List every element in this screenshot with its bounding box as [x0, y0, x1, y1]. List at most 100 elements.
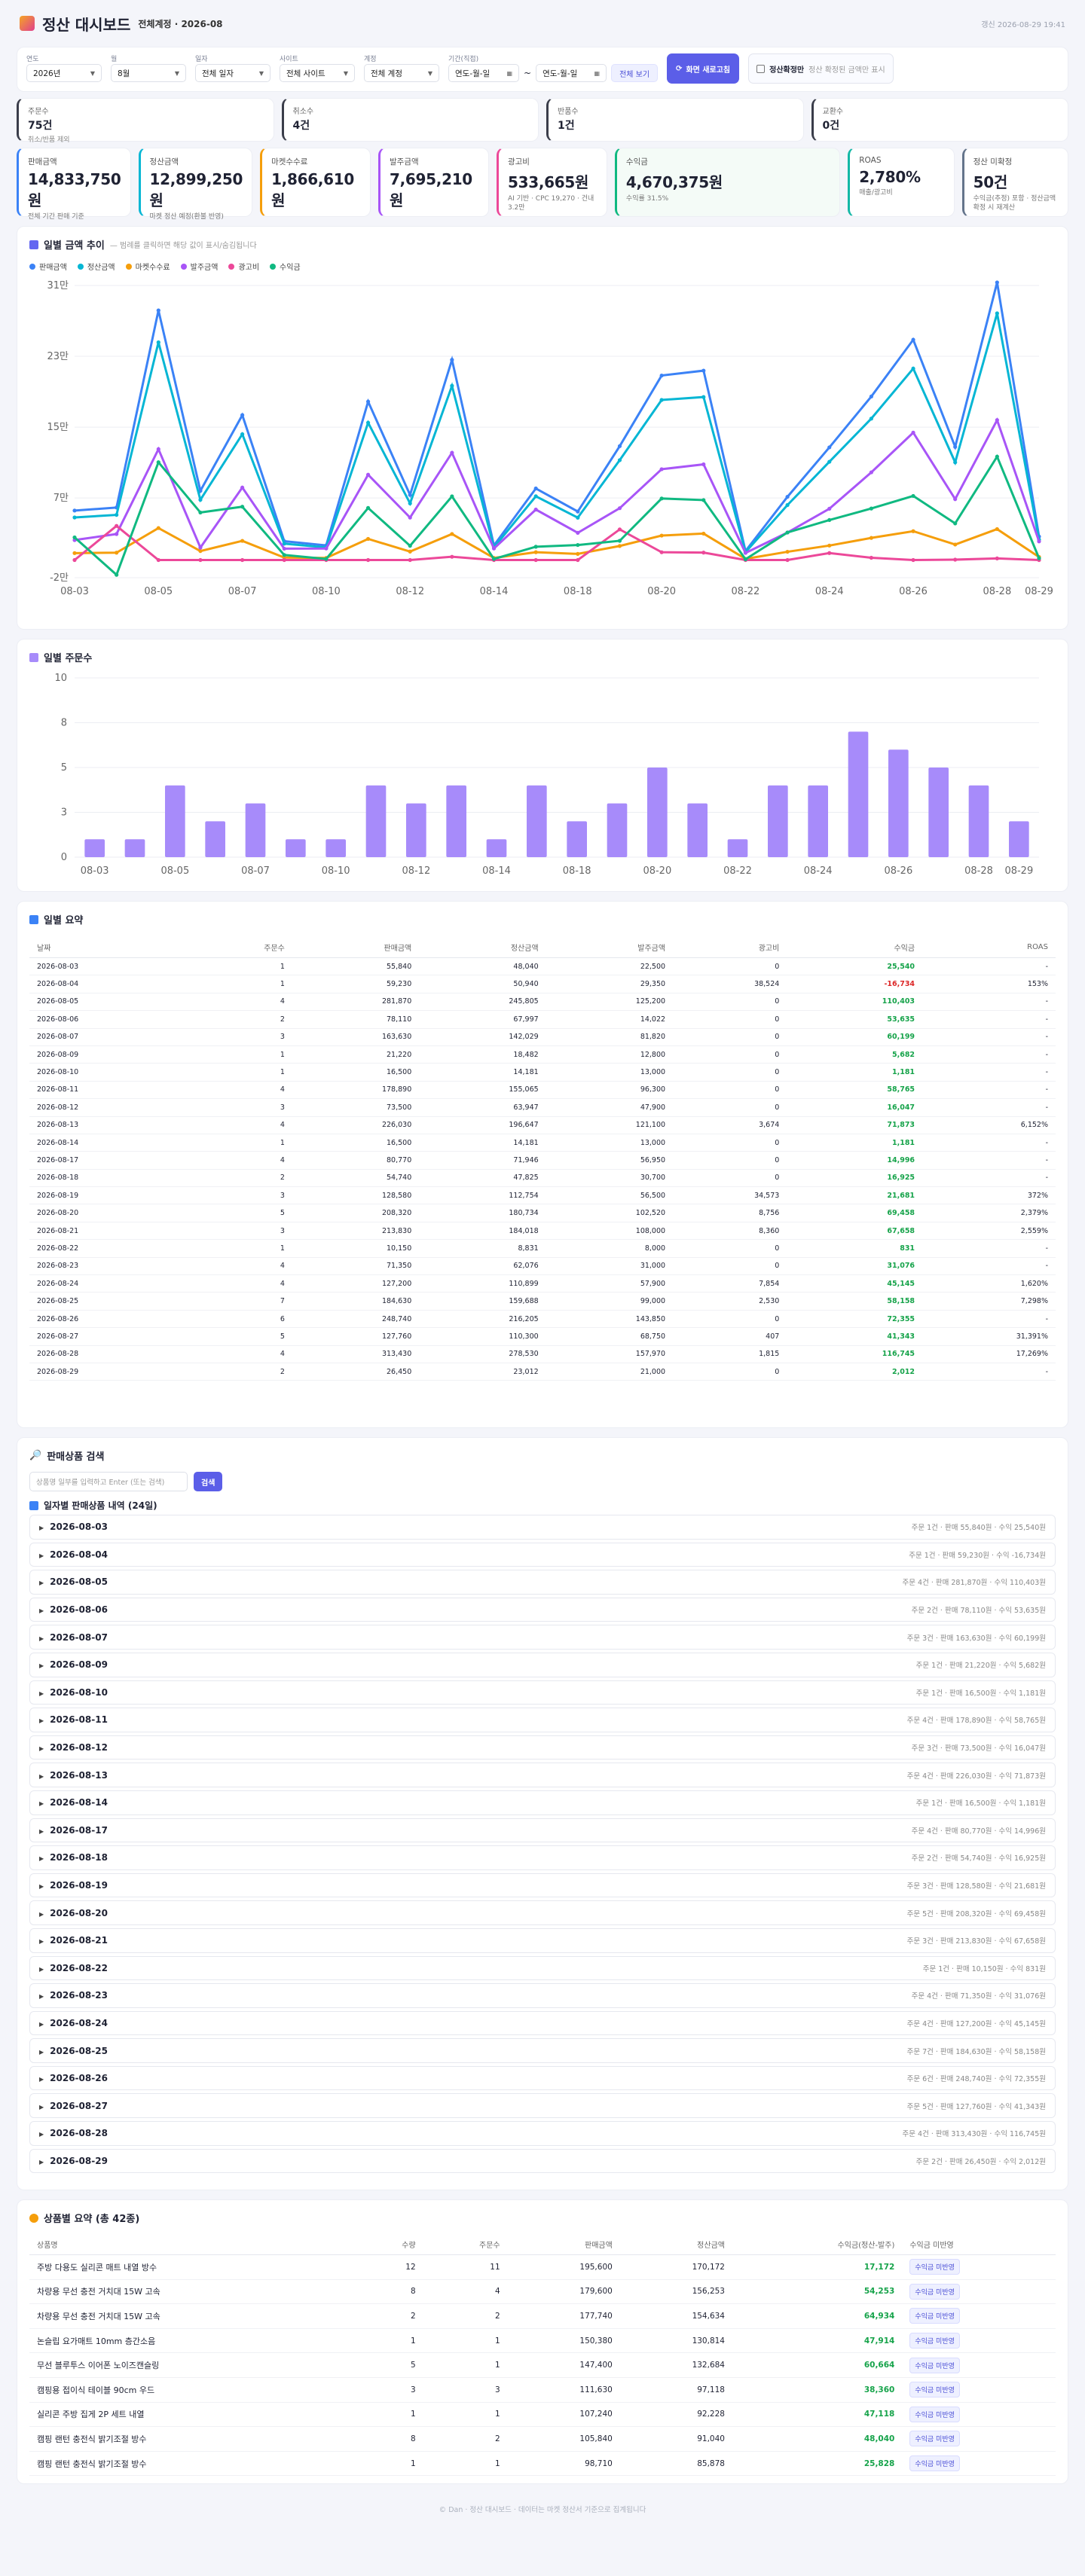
date-accordion-item[interactable]: ▶ 2026-08-11 주문 4건 · 판매 178,890원 · 수익 58,7… [29, 1708, 1056, 1732]
accordion-date: 2026-08-09 [50, 1659, 108, 1671]
accordion-date: 2026-08-17 [50, 1824, 108, 1836]
series-point [617, 444, 622, 448]
date-accordion-item[interactable]: ▶ 2026-08-21 주문 3건 · 판매 213,830원 · 수익 67,6… [29, 1927, 1056, 1953]
date-accordion-item[interactable]: ▶ 2026-08-14 주문 1건 · 판매 16,500원 · 수익 1,181… [29, 1790, 1056, 1815]
chart-logo-icon [20, 16, 35, 31]
series-point [282, 557, 286, 563]
table-cell: 372% [922, 1186, 1056, 1205]
date-accordion-item[interactable]: ▶ 2026-08-24 주문 4건 · 판매 127,200원 · 수익 45,1… [29, 2010, 1056, 2036]
series-point [282, 553, 286, 557]
table-cell: 8,360 [673, 1222, 787, 1241]
end-date-input[interactable]: 연도-월-일 ▦ [536, 64, 607, 82]
date-accordion-item[interactable]: ▶ 2026-08-04 주문 1건 · 판매 59,230원 · 수익 -16,7… [29, 1542, 1056, 1567]
accordion-date: 2026-08-22 [50, 1962, 108, 1973]
date-accordion-item[interactable]: ▶ 2026-08-10 주문 1건 · 판매 16,500원 · 수익 1,181… [29, 1680, 1056, 1705]
accordion-summary: 주문 7건 · 판매 184,630원 · 수익 58,158원 [906, 2047, 1046, 2056]
accordion-summary: 주문 4건 · 판매 127,200원 · 수익 45,145원 [906, 2019, 1046, 2028]
table-cell: 0 [673, 1169, 787, 1188]
confirmed-only-toggle[interactable]: 정산확정만 정산 확정된 금액만 표시 [748, 53, 894, 84]
date-accordion-item[interactable]: ▶ 2026-08-26 주문 6건 · 판매 248,740원 · 수익 72,3… [29, 2065, 1056, 2091]
accordion-summary: 주문 6건 · 판매 248,740원 · 수익 72,355원 [906, 2075, 1046, 2084]
unreflected-badge[interactable]: 수익금 미반영 [909, 2431, 960, 2447]
accordion-summary: 주문 1건 · 판매 10,150원 · 수익 831원 [922, 1964, 1046, 1973]
date-accordion-item[interactable]: ▶ 2026-08-28 주문 4건 · 판매 313,430원 · 수익 116,… [29, 2121, 1056, 2146]
account-select[interactable]: 전체 계정 ▼ [364, 64, 439, 82]
date-accordion-item[interactable]: ▶ 2026-08-07 주문 3건 · 판매 163,630원 · 수익 60,1… [29, 1625, 1056, 1650]
table-cell: 105,840 [507, 2426, 620, 2452]
table-cell: 69,458 [787, 1204, 923, 1222]
legend-item[interactable]: 마켓수수료 [125, 261, 170, 272]
month-select[interactable]: 8월 ▼ [111, 64, 186, 82]
series-point [869, 536, 873, 540]
unreflected-badge[interactable]: 수익금 미반영 [909, 2357, 960, 2373]
series-point [115, 532, 119, 536]
x-tick-label: 08-20 [647, 586, 676, 597]
table-cell: 0 [673, 1028, 787, 1046]
date-accordion-item[interactable]: ▶ 2026-08-17 주문 4건 · 판매 80,770원 · 수익 14,99… [29, 1818, 1056, 1843]
caret-right-icon: ▶ [39, 1634, 44, 1642]
unreflected-badge[interactable]: 수익금 미반영 [909, 2382, 960, 2398]
series-point [365, 420, 371, 425]
table-row: 2026-08-07 3 163,630 142,029 81,820 0 60,199- [29, 1028, 1056, 1046]
package-icon [29, 2213, 38, 2223]
series-point [156, 557, 160, 563]
date-accordion-item[interactable]: ▶ 2026-08-03 주문 1건 · 판매 55,840원 · 수익 25,54… [29, 1515, 1056, 1540]
series-point [995, 311, 999, 316]
table-cell: 1,815 [673, 1345, 787, 1363]
date-basis-label: 일자 [195, 56, 208, 63]
bar [768, 785, 788, 857]
legend-item[interactable]: 발주금액 [180, 261, 218, 272]
x-tick-label: 08-14 [482, 865, 511, 877]
product-search-input[interactable]: 상품명 일부를 입력하고 Enter (또는 검색) [29, 1472, 188, 1491]
table-cell: 45,145 [787, 1274, 923, 1293]
date-accordion-item[interactable]: ▶ 2026-08-22 주문 1건 · 판매 10,150원 · 수익 831원 [29, 1955, 1056, 1981]
date-accordion-item[interactable]: ▶ 2026-08-05 주문 4건 · 판매 281,870원 · 수익 110,… [29, 1570, 1056, 1595]
view-all-button[interactable]: 전체 보기 [611, 64, 659, 82]
date-accordion-item[interactable]: ▶ 2026-08-20 주문 5건 · 판매 208,320원 · 수익 69,4… [29, 1900, 1056, 1925]
legend-item[interactable]: 판매금액 [29, 261, 67, 272]
date-accordion-item[interactable]: ▶ 2026-08-23 주문 4건 · 판매 71,350원 · 수익 31,07… [29, 1983, 1056, 2008]
series-point [240, 413, 245, 417]
date-accordion-item[interactable]: ▶ 2026-08-13 주문 4건 · 판매 226,030원 · 수익 71,8… [29, 1763, 1056, 1787]
start-date-input[interactable]: 연도-월-일 ▦ [448, 64, 519, 82]
unreflected-badge[interactable]: 수익금 미반영 [909, 2283, 960, 2300]
unreflected-badge[interactable]: 수익금 미반영 [909, 2455, 960, 2472]
date-accordion-item[interactable]: ▶ 2026-08-06 주문 2건 · 판매 78,110원 · 수익 53,63… [29, 1597, 1056, 1622]
table-cell: - [922, 1363, 1056, 1381]
year-select[interactable]: 2026년 ▼ [26, 64, 102, 82]
legend-item[interactable]: 수익금 [270, 261, 301, 272]
series-point [115, 512, 119, 517]
legend-item[interactable]: 정산금액 [77, 261, 115, 272]
site-select[interactable]: 전체 사이트 ▼ [280, 64, 355, 82]
unreflected-badge[interactable]: 수익금 미반영 [909, 2308, 960, 2324]
series-point [911, 337, 915, 342]
x-tick-label: 08-29 [1004, 865, 1033, 877]
accordion-date: 2026-08-19 [50, 1880, 108, 1891]
date-accordion-item[interactable]: ▶ 2026-08-12 주문 3건 · 판매 73,500원 · 수익 16,04… [29, 1735, 1056, 1760]
unreflected-badge[interactable]: 수익금 미반영 [909, 2406, 960, 2422]
date-basis-select[interactable]: 전체 일자 ▼ [195, 64, 270, 82]
table-cell: 1 [423, 2402, 508, 2428]
refresh-icon: ⟳ [676, 64, 683, 73]
month-label: 월 [111, 56, 118, 63]
date-accordion-item[interactable]: ▶ 2026-08-19 주문 3건 · 판매 128,580원 · 수익 21,6… [29, 1872, 1056, 1898]
bar [205, 821, 225, 857]
bar [888, 749, 909, 857]
refresh-button[interactable]: ⟳ 화면 새로고침 [667, 53, 740, 84]
table-cell: 47,825 [419, 1169, 546, 1188]
table-row: 2026-08-06 2 78,110 67,997 14,022 0 53,635- [29, 1010, 1056, 1029]
bar [446, 785, 466, 857]
legend-item[interactable]: 광고비 [228, 261, 259, 272]
x-tick-label: 08-24 [804, 865, 833, 877]
table-cell: 59,230 [292, 975, 420, 993]
search-button[interactable]: 검색 [194, 1472, 223, 1491]
date-accordion-item[interactable]: ▶ 2026-08-29 주문 2건 · 판매 26,450원 · 수익 2,012… [29, 2148, 1056, 2174]
date-accordion-item[interactable]: ▶ 2026-08-18 주문 2건 · 판매 54,740원 · 수익 16,92… [29, 1845, 1056, 1870]
date-accordion-item[interactable]: ▶ 2026-08-25 주문 7건 · 판매 184,630원 · 수익 58,1… [29, 2038, 1056, 2063]
date-accordion-item[interactable]: ▶ 2026-08-09 주문 1건 · 판매 21,220원 · 수익 5,682… [29, 1652, 1056, 1677]
series-point [701, 531, 706, 536]
date-accordion-item[interactable]: ▶ 2026-08-27 주문 5건 · 판매 127,760원 · 수익 41,3… [29, 2093, 1056, 2119]
unreflected-badge[interactable]: 수익금 미반영 [909, 2259, 960, 2275]
unreflected-badge[interactable]: 수익금 미반영 [909, 2333, 960, 2349]
series-point [576, 551, 580, 556]
